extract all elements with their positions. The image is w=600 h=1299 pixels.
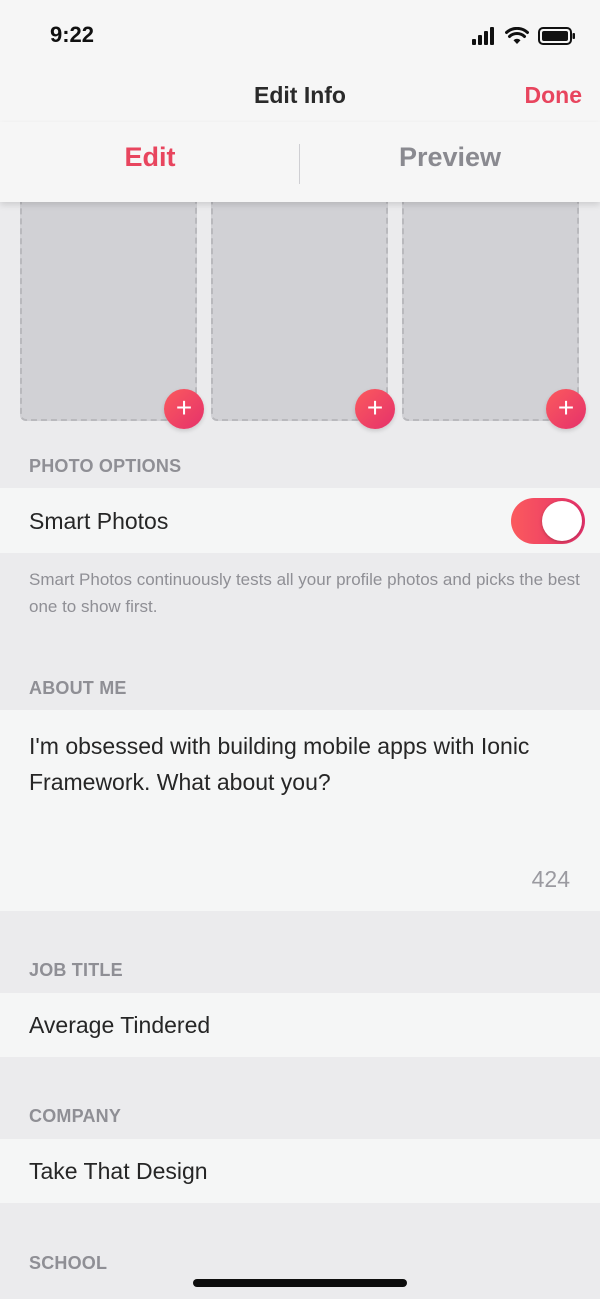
status-bar: 9:22 [0, 0, 600, 70]
smart-photos-label: Smart Photos [29, 508, 169, 534]
cellular-signal-icon [472, 27, 494, 45]
tab-edit[interactable]: Edit [0, 142, 300, 173]
smart-photos-toggle[interactable] [511, 498, 585, 544]
wifi-icon [505, 27, 529, 44]
tab-preview[interactable]: Preview [300, 142, 600, 173]
about-me-field[interactable]: I'm obsessed with building mobile apps w… [0, 710, 600, 911]
home-indicator [193, 1279, 407, 1287]
plus-icon: + [175, 392, 193, 423]
company-label: COMPANY [29, 1106, 122, 1126]
job-title-label: JOB TITLE [29, 960, 123, 980]
plus-icon: + [366, 392, 384, 423]
page-title: Edit Info [254, 82, 346, 108]
job-title-field[interactable]: Average Tindered [0, 993, 600, 1057]
segment-control: Edit Preview [0, 122, 600, 202]
plus-icon: + [557, 392, 575, 423]
smart-photos-hint: Smart Photos continuously tests all your… [29, 570, 580, 616]
company-value[interactable]: Take That Design [29, 1158, 208, 1185]
nav-header: Edit Info Done [0, 70, 600, 122]
done-button[interactable]: Done [525, 82, 583, 109]
smart-photos-row: Smart Photos [0, 488, 600, 553]
status-icons [472, 24, 576, 48]
about-me-text[interactable]: I'm obsessed with building mobile apps w… [29, 728, 569, 800]
status-time: 9:22 [50, 22, 95, 47]
add-photo-button[interactable]: + [355, 389, 395, 429]
company-field[interactable]: Take That Design [0, 1139, 600, 1203]
add-photo-button[interactable]: + [546, 389, 586, 429]
photo-slot-1[interactable] [20, 195, 197, 421]
school-label: SCHOOL [29, 1253, 108, 1273]
character-counter: 424 [531, 866, 570, 892]
battery-icon [538, 27, 575, 45]
photo-slot-2[interactable] [211, 195, 388, 421]
photo-options-label: PHOTO OPTIONS [29, 456, 182, 476]
add-photo-button[interactable]: + [164, 389, 204, 429]
job-title-value[interactable]: Average Tindered [29, 1012, 210, 1039]
about-me-label: ABOUT ME [29, 678, 127, 698]
photo-slot-3[interactable] [402, 195, 579, 421]
toggle-knob [542, 501, 582, 541]
